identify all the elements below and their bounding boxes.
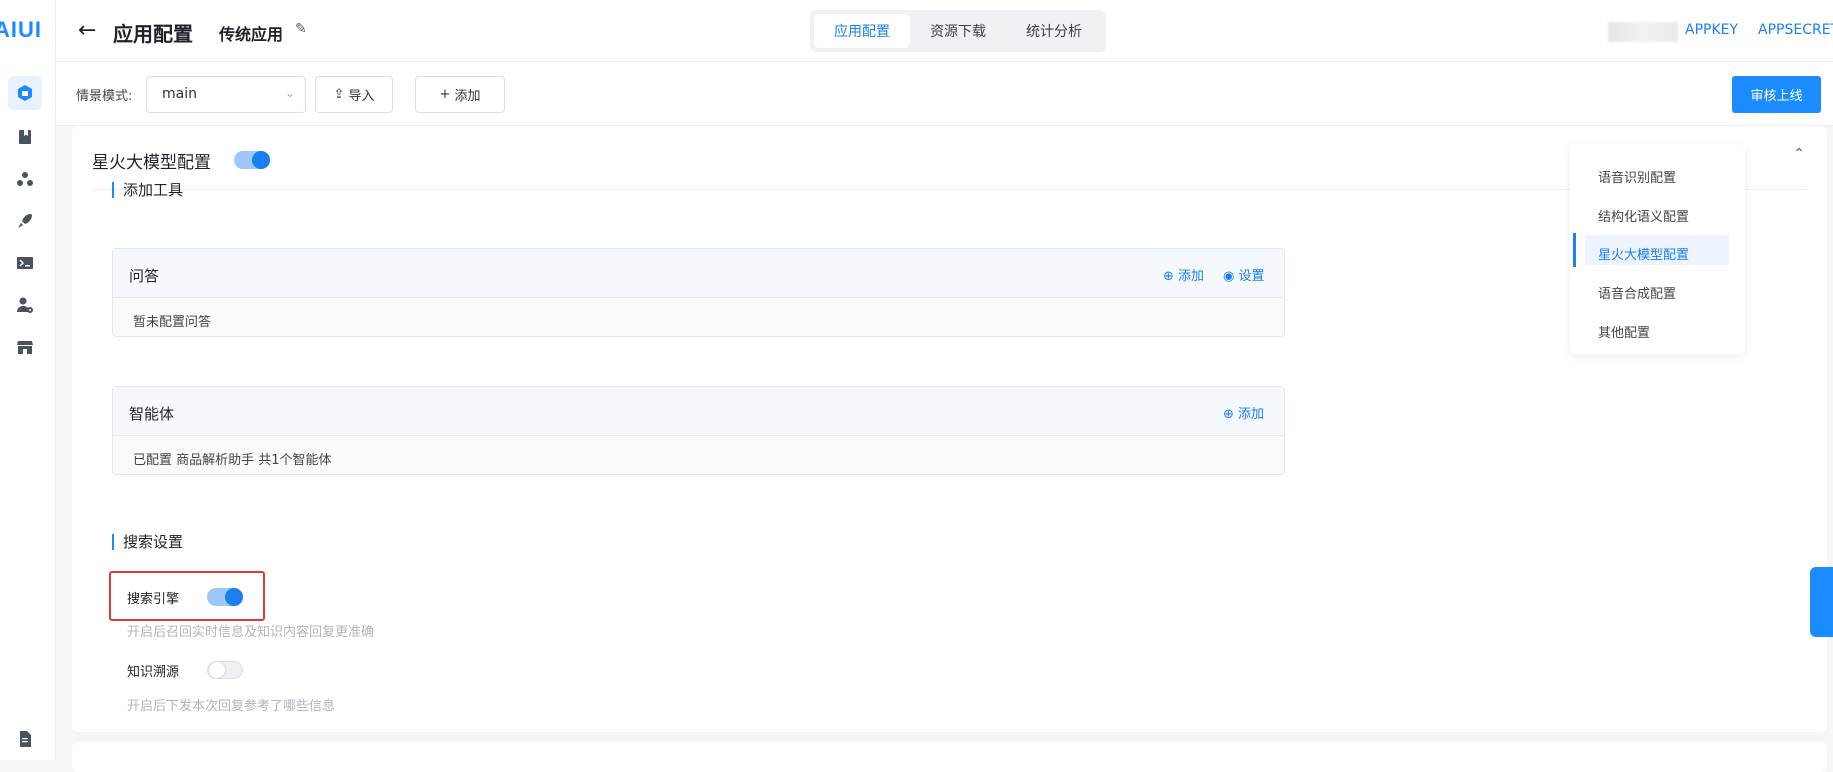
anchor-other[interactable]: 其他配置 (1598, 322, 1650, 341)
knowledge-trace-label: 知识溯源 (127, 665, 180, 680)
upload-icon: ⇪ (333, 87, 345, 102)
document-icon[interactable] (8, 722, 42, 756)
tab-switcher: 应用配置 资源下载 统计分析 (810, 10, 1106, 52)
floating-help-button[interactable] (1810, 567, 1833, 637)
anchor-active-indicator (1573, 233, 1576, 267)
tools-section-title: 添加工具 (112, 182, 183, 198)
knowledge-trace-desc: 开启后下发本次回复参考了哪些信息 (127, 699, 336, 714)
rocket-icon[interactable] (8, 204, 42, 238)
agent-add-button[interactable]: ⊕ 添加 (1223, 403, 1264, 422)
import-button[interactable]: ⇪ 导入 (315, 76, 393, 113)
collapse-icon[interactable]: ⌃ (1793, 146, 1805, 162)
qa-panel: 问答 ⊕ 添加 ◉ 设置 暂未配置问答 (112, 248, 1285, 337)
scene-value: main (162, 86, 197, 102)
user-settings-icon[interactable] (8, 288, 42, 322)
publish-button[interactable]: 审核上线 (1732, 76, 1821, 113)
blurred-user-info (1608, 22, 1678, 42)
import-label: 导入 (348, 89, 375, 104)
agent-summary: 已配置 商品解析助手 共1个智能体 (133, 453, 332, 468)
spark-config-card: 星火大模型配置 ⌃ 添加工具 问答 ⊕ 添加 ◉ 设置 暂未配置问答 智能体 ⊕… (72, 126, 1827, 732)
add-button[interactable]: + 添加 (415, 76, 505, 113)
book-icon[interactable] (8, 120, 42, 154)
top-bar: ← 应用配置 传统应用 ✎ 应用配置 资源下载 统计分析 APPKEY APPS… (56, 0, 1833, 62)
divider (92, 189, 1807, 190)
search-section-title: 搜索设置 (112, 534, 183, 550)
tab-statistics[interactable]: 统计分析 (1006, 14, 1102, 48)
page-title: 应用配置 (113, 22, 193, 46)
search-engine-label: 搜索引擎 (127, 592, 180, 607)
qa-empty-text: 暂未配置问答 (133, 315, 212, 330)
appkey-link[interactable]: APPKEY (1685, 22, 1738, 38)
qa-add-button[interactable]: ⊕ 添加 (1163, 265, 1204, 284)
app-icon[interactable] (8, 76, 42, 110)
edit-icon[interactable]: ✎ (295, 21, 307, 37)
anchor-tts[interactable]: 语音合成配置 (1598, 283, 1676, 302)
qa-settings-button[interactable]: ◉ 设置 (1223, 265, 1265, 284)
qa-title: 问答 (129, 267, 160, 285)
knowledge-trace-toggle[interactable] (207, 661, 243, 679)
terminal-icon[interactable] (8, 246, 42, 280)
search-engine-toggle[interactable] (207, 588, 243, 606)
spark-config-toggle[interactable] (234, 151, 270, 169)
anchor-asr[interactable]: 语音识别配置 (1598, 167, 1676, 186)
tab-resource-download[interactable]: 资源下载 (910, 14, 1006, 48)
next-card (72, 742, 1827, 772)
search-engine-desc: 开启后召回实时信息及知识内容回复更准确 (127, 625, 375, 640)
add-label: 添加 (454, 89, 481, 104)
appsecret-link[interactable]: APPSECRET (1758, 22, 1833, 38)
scene-select[interactable]: main ⌄ (146, 76, 306, 113)
anchor-nav: 语音识别配置 结构化语义配置 星火大模型配置 语音合成配置 其他配置 (1570, 144, 1745, 354)
anchor-spark[interactable]: 星火大模型配置 (1598, 244, 1689, 263)
anchor-semantic[interactable]: 结构化语义配置 (1598, 206, 1689, 225)
back-arrow-icon[interactable]: ← (78, 18, 96, 43)
tree-icon[interactable] (8, 162, 42, 196)
card-title: 星火大模型配置 (92, 153, 211, 173)
agent-title: 智能体 (129, 405, 175, 423)
aiui-logo: AIUI (0, 17, 42, 42)
sidebar: AIUI (0, 0, 56, 760)
tab-app-config[interactable]: 应用配置 (814, 14, 910, 48)
plus-icon: + (439, 87, 451, 102)
agent-panel: 智能体 ⊕ 添加 已配置 商品解析助手 共1个智能体 (112, 386, 1285, 475)
app-name: 传统应用 (219, 25, 284, 44)
scene-label: 情景模式: (76, 89, 133, 104)
chevron-down-icon: ⌄ (284, 86, 295, 100)
toolbar: 情景模式: main ⌄ ⇪ 导入 + 添加 审核上线 (56, 62, 1833, 126)
store-icon[interactable] (8, 330, 42, 364)
